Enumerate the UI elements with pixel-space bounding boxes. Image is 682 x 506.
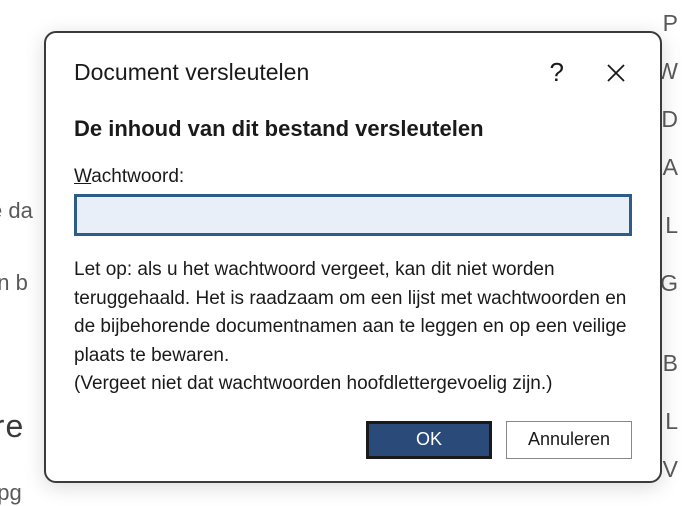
password-label-text: achtwoord: — [91, 166, 184, 187]
password-label-accelerator: W — [74, 166, 91, 187]
password-label: Wachtwoord: — [74, 166, 632, 188]
password-input[interactable] — [74, 194, 632, 236]
bg-text: an b — [0, 270, 28, 296]
header-controls: ? — [550, 57, 632, 88]
bg-right-text: P — [663, 10, 678, 37]
cancel-button[interactable]: Annuleren — [506, 421, 632, 459]
button-row: OK Annuleren — [74, 421, 632, 459]
bg-right-text: V — [663, 456, 678, 483]
dialog-header: Document versleutelen ? — [74, 57, 632, 88]
bg-text: ere — [0, 408, 24, 445]
bg-text: e da — [0, 198, 33, 224]
bg-right-text: G — [660, 270, 678, 297]
dialog-title: Document versleutelen — [74, 59, 309, 86]
warning-text: Let op: als u het wachtwoord vergeet, ka… — [74, 256, 632, 399]
ok-button[interactable]: OK — [366, 421, 492, 459]
encrypt-document-dialog: Document versleutelen ? De inhoud van di… — [44, 31, 662, 483]
close-icon[interactable] — [606, 63, 626, 83]
bg-right-text: B — [663, 350, 678, 377]
dialog-heading: De inhoud van dit bestand versleutelen — [74, 116, 632, 142]
warning-text-2: (Vergeet niet dat wachtwoorden hoofdlett… — [74, 370, 632, 399]
bg-right-text: L — [665, 212, 678, 239]
bg-right-text: L — [665, 408, 678, 435]
help-icon[interactable]: ? — [550, 57, 564, 88]
bg-text: opg — [0, 480, 22, 506]
bg-right-text: A — [663, 154, 678, 181]
warning-text-1: Let op: als u het wachtwoord vergeet, ka… — [74, 259, 626, 366]
bg-right-text: D — [661, 106, 678, 133]
